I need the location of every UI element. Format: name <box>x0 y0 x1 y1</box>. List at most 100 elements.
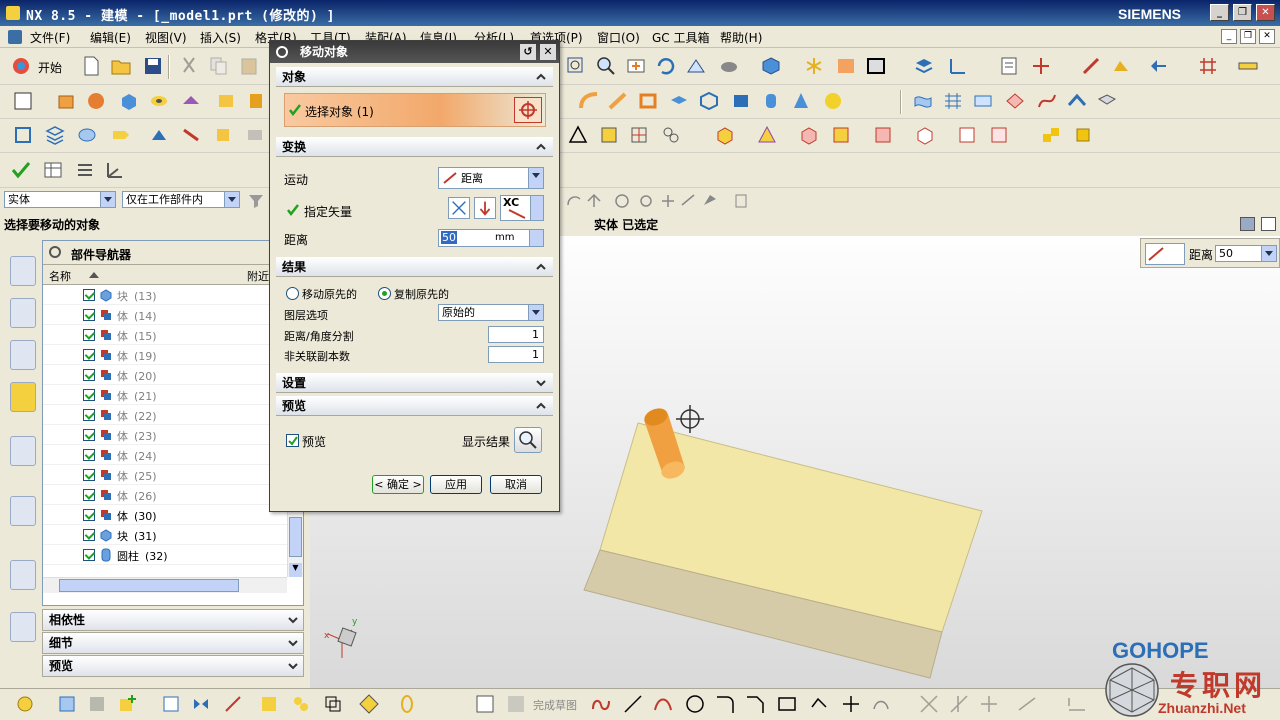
measure-icon[interactable] <box>1080 55 1102 77</box>
assembly-new-icon[interactable] <box>756 124 778 146</box>
start-label[interactable]: 开始 <box>38 59 62 76</box>
list-icon[interactable] <box>74 159 96 181</box>
sketch-icon[interactable] <box>12 90 34 112</box>
component-move-icon[interactable] <box>830 124 852 146</box>
status-toggle-icon[interactable] <box>1240 217 1255 231</box>
visibility-checkbox[interactable] <box>83 409 95 421</box>
gold-block-icon[interactable] <box>1072 124 1094 146</box>
snap-icon[interactable] <box>1030 55 1052 77</box>
ruled-icon[interactable] <box>972 90 994 112</box>
blend-icon[interactable] <box>578 90 600 112</box>
frame-icon[interactable] <box>865 55 887 77</box>
visibility-checkbox[interactable] <box>83 289 95 301</box>
visibility-checkbox[interactable] <box>83 529 95 541</box>
visibility-checkbox[interactable] <box>83 389 95 401</box>
offset-curve-icon[interactable] <box>870 693 892 715</box>
navigator-row[interactable]: 体 (25) <box>43 465 287 485</box>
clock-icon[interactable] <box>10 560 36 590</box>
menu-view[interactable]: 视图(V) <box>145 29 187 46</box>
offset-surface-icon[interactable] <box>1004 90 1026 112</box>
constraints-icon[interactable] <box>1016 693 1038 715</box>
onscreen-distance-input[interactable]: 50 <box>1215 245 1277 262</box>
move-face-icon[interactable] <box>148 124 170 146</box>
zoom-window-icon[interactable] <box>565 55 587 77</box>
menu-insert[interactable]: 插入(S) <box>200 29 241 46</box>
preview-section-header[interactable]: 预览 <box>276 396 553 416</box>
column-attach-header[interactable]: 附近 <box>247 268 269 284</box>
scroll-down-icon[interactable]: ▼ <box>289 563 302 577</box>
cancel-button[interactable]: 取消 <box>490 475 542 494</box>
add-component-icon[interactable] <box>116 693 138 715</box>
scope-filter-select[interactable]: 仅在工作部件内 <box>122 191 240 208</box>
shell-icon[interactable] <box>637 90 659 112</box>
motion-select[interactable]: 距离 <box>438 167 544 189</box>
vector-type-select[interactable]: XC <box>500 195 544 221</box>
copy-icon[interactable] <box>208 55 230 77</box>
copies-input[interactable]: 1 <box>488 346 544 363</box>
table-icon[interactable] <box>42 159 64 181</box>
constraint-nav-icon[interactable] <box>10 298 36 328</box>
visibility-checkbox[interactable] <box>83 429 95 441</box>
close-button[interactable]: ✕ <box>1256 4 1275 21</box>
new-file-icon[interactable] <box>80 55 102 77</box>
rectangle-icon[interactable] <box>776 693 798 715</box>
result-section-header[interactable]: 结果 <box>276 257 553 277</box>
ok-button[interactable]: < 确定 > <box>372 475 424 494</box>
navigator-row[interactable]: 体 (24) <box>43 445 287 465</box>
gold-blocks-icon[interactable] <box>1040 124 1062 146</box>
visibility-checkbox[interactable] <box>83 489 95 501</box>
roles-icon[interactable] <box>10 612 36 642</box>
block-icon[interactable] <box>118 90 140 112</box>
web-browser-icon[interactable] <box>10 436 36 466</box>
navigator-row[interactable]: 体 (14) <box>43 305 287 325</box>
make-corner-icon[interactable] <box>978 693 1000 715</box>
sphere-icon[interactable] <box>822 90 844 112</box>
visibility-checkbox[interactable] <box>83 549 95 561</box>
visibility-checkbox[interactable] <box>83 349 95 361</box>
navigator-row[interactable]: 体 (19) <box>43 345 287 365</box>
mdi-minimize-button[interactable]: _ <box>1221 29 1237 44</box>
triangle-icon[interactable] <box>567 124 589 146</box>
horizontal-scrollbar[interactable] <box>43 577 287 593</box>
select-object-row[interactable]: 选择对象 (1) <box>284 93 546 127</box>
disabled-tool-icon[interactable] <box>86 693 108 715</box>
extrude-icon[interactable] <box>55 90 77 112</box>
chamfer-icon[interactable] <box>607 90 629 112</box>
mdi-close-button[interactable]: ✕ <box>1259 29 1275 44</box>
vector-dialog-button[interactable] <box>448 197 470 219</box>
tag-icon[interactable] <box>110 124 132 146</box>
navigator-row[interactable]: 圆柱 (32) <box>43 545 287 565</box>
part-nav-icon[interactable] <box>10 340 36 370</box>
analysis-icon[interactable] <box>1110 55 1132 77</box>
clearance-icon[interactable] <box>956 124 978 146</box>
pull-face-icon[interactable] <box>180 124 202 146</box>
start-icon[interactable] <box>10 55 32 77</box>
sketch-plane-icon[interactable] <box>474 693 496 715</box>
dependency-panel[interactable]: 相依性 <box>42 609 304 631</box>
mirror-icon[interactable] <box>872 124 894 146</box>
mirror-assembly-icon[interactable] <box>190 693 212 715</box>
perspective-icon[interactable] <box>685 55 707 77</box>
dimension-icon[interactable] <box>1066 693 1088 715</box>
visibility-checkbox[interactable] <box>83 509 95 521</box>
pan-icon[interactable] <box>625 55 647 77</box>
wcs-icon[interactable] <box>947 55 969 77</box>
apply-button[interactable]: 应用 <box>430 475 482 494</box>
preview-checkbox[interactable] <box>286 434 299 447</box>
datum-icon[interactable] <box>12 124 34 146</box>
paste-icon[interactable] <box>238 55 260 77</box>
surface-icon[interactable] <box>912 90 934 112</box>
visibility-checkbox[interactable] <box>83 309 95 321</box>
type-filter-select[interactable]: 实体 <box>4 191 116 208</box>
clone-icon[interactable] <box>322 693 344 715</box>
transform-section-header[interactable]: 变换 <box>276 137 553 157</box>
mesh-icon[interactable] <box>942 90 964 112</box>
direction-icon[interactable] <box>1147 55 1169 77</box>
extend-icon[interactable] <box>948 693 970 715</box>
navigator-row[interactable]: 体 (30) <box>43 505 287 525</box>
visibility-checkbox[interactable] <box>83 369 95 381</box>
navigator-row[interactable]: 块 (13) <box>43 285 287 305</box>
open-folder-icon[interactable] <box>110 55 132 77</box>
hole-icon[interactable] <box>148 90 170 112</box>
coordinate-icon[interactable] <box>104 159 126 181</box>
